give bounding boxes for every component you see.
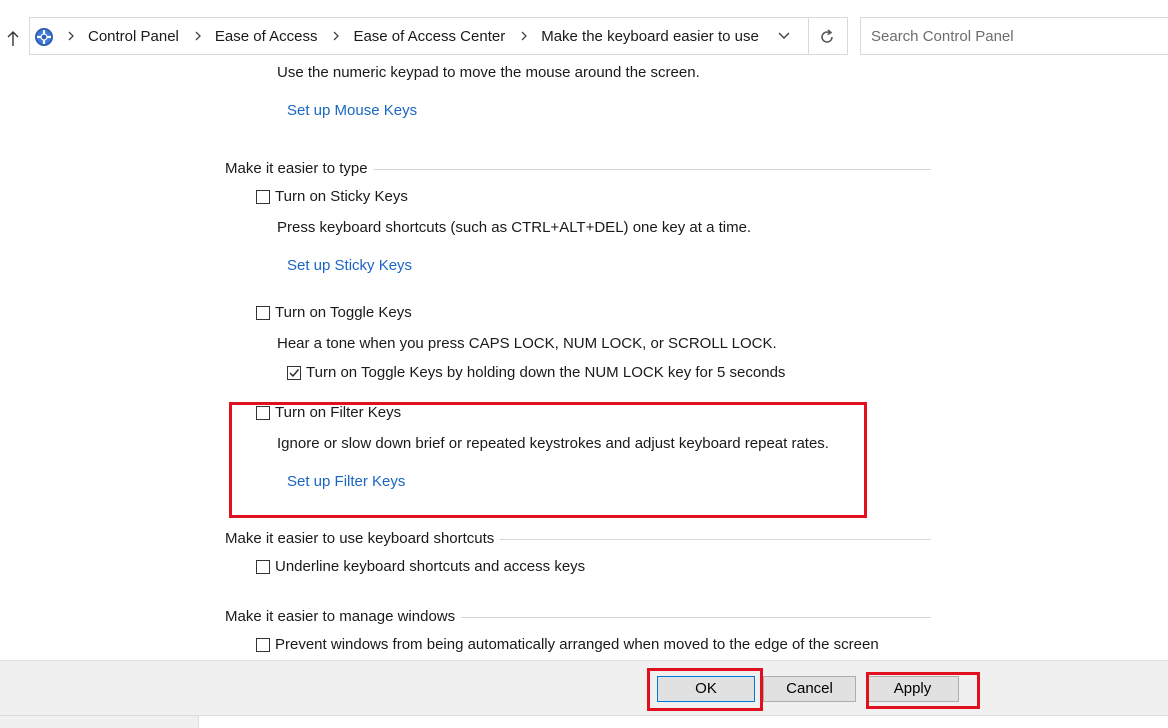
section-heading: Make it easier to type — [225, 159, 368, 177]
sticky-keys-checkbox[interactable] — [256, 189, 270, 204]
up-arrow-icon[interactable] — [5, 28, 21, 50]
chevron-right-icon[interactable] — [64, 29, 78, 43]
chevron-down-icon[interactable] — [775, 29, 793, 43]
address-bar[interactable]: Control Panel Ease of Access Ease of Acc… — [29, 17, 848, 55]
divider — [461, 616, 931, 618]
toggle-keys-numlock-checkbox[interactable] — [287, 365, 301, 380]
toggle-keys-numlock-label[interactable]: Turn on Toggle Keys by holding down the … — [306, 364, 785, 381]
status-bar — [0, 715, 1168, 728]
chevron-right-icon[interactable] — [191, 29, 205, 43]
status-bar-segment — [0, 716, 199, 728]
dialog-footer: OK Cancel Apply — [0, 660, 1168, 716]
ok-button[interactable]: OK — [657, 676, 755, 702]
cancel-button[interactable]: Cancel — [763, 676, 856, 702]
section-manage-windows: Make it easier to manage windows — [225, 606, 931, 626]
breadcrumb-control-panel[interactable]: Control Panel — [88, 28, 179, 45]
search-input[interactable] — [861, 18, 1168, 54]
section-easier-to-type: Make it easier to type — [225, 158, 931, 178]
set-up-mouse-keys-link[interactable]: Set up Mouse Keys — [287, 102, 417, 119]
chevron-right-icon[interactable] — [517, 29, 531, 43]
breadcrumb-ease-of-access-center[interactable]: Ease of Access Center — [353, 28, 505, 45]
refresh-icon[interactable] — [817, 27, 837, 47]
underline-shortcuts-option[interactable]: Underline keyboard shortcuts and access … — [256, 558, 585, 575]
prevent-arrange-option[interactable]: Prevent windows from being automatically… — [256, 636, 879, 653]
underline-shortcuts-label[interactable]: Underline keyboard shortcuts and access … — [275, 558, 585, 575]
chevron-right-icon[interactable] — [329, 29, 343, 43]
sticky-keys-description: Press keyboard shortcuts (such as CTRL+A… — [277, 219, 752, 236]
prevent-arrange-checkbox[interactable] — [256, 637, 270, 652]
divider — [808, 18, 809, 54]
filter-keys-label[interactable]: Turn on Filter Keys — [275, 404, 401, 421]
divider — [373, 168, 931, 170]
toggle-keys-label[interactable]: Turn on Toggle Keys — [275, 304, 412, 321]
set-up-filter-keys-link[interactable]: Set up Filter Keys — [287, 473, 405, 490]
set-up-sticky-keys-link[interactable]: Set up Sticky Keys — [287, 257, 412, 274]
divider — [500, 538, 931, 540]
toggle-keys-numlock-option[interactable]: Turn on Toggle Keys by holding down the … — [287, 364, 785, 381]
underline-shortcuts-checkbox[interactable] — [256, 559, 270, 574]
search-box[interactable] — [860, 17, 1168, 55]
address-bar-row: Control Panel Ease of Access Ease of Acc… — [0, 0, 1168, 70]
sticky-keys-label[interactable]: Turn on Sticky Keys — [275, 188, 408, 205]
section-keyboard-shortcuts: Make it easier to use keyboard shortcuts — [225, 528, 931, 548]
breadcrumb: Control Panel Ease of Access Ease of Acc… — [60, 18, 759, 54]
control-panel-icon — [34, 27, 54, 47]
filter-keys-option[interactable]: Turn on Filter Keys — [256, 404, 401, 421]
mouse-keys-description: Use the numeric keypad to move the mouse… — [277, 64, 700, 81]
section-heading: Make it easier to use keyboard shortcuts — [225, 529, 495, 547]
filter-keys-checkbox[interactable] — [256, 405, 270, 420]
sticky-keys-option[interactable]: Turn on Sticky Keys — [256, 188, 408, 205]
toggle-keys-option[interactable]: Turn on Toggle Keys — [256, 304, 412, 321]
checkmark-icon — [289, 368, 300, 377]
breadcrumb-current-page[interactable]: Make the keyboard easier to use — [541, 28, 759, 45]
toggle-keys-description: Hear a tone when you press CAPS LOCK, NU… — [277, 335, 777, 352]
section-heading: Make it easier to manage windows — [225, 607, 456, 625]
breadcrumb-ease-of-access[interactable]: Ease of Access — [215, 28, 318, 45]
toggle-keys-checkbox[interactable] — [256, 305, 270, 320]
apply-button[interactable]: Apply — [866, 676, 959, 702]
prevent-arrange-label[interactable]: Prevent windows from being automatically… — [275, 636, 879, 653]
filter-keys-description: Ignore or slow down brief or repeated ke… — [277, 435, 829, 452]
